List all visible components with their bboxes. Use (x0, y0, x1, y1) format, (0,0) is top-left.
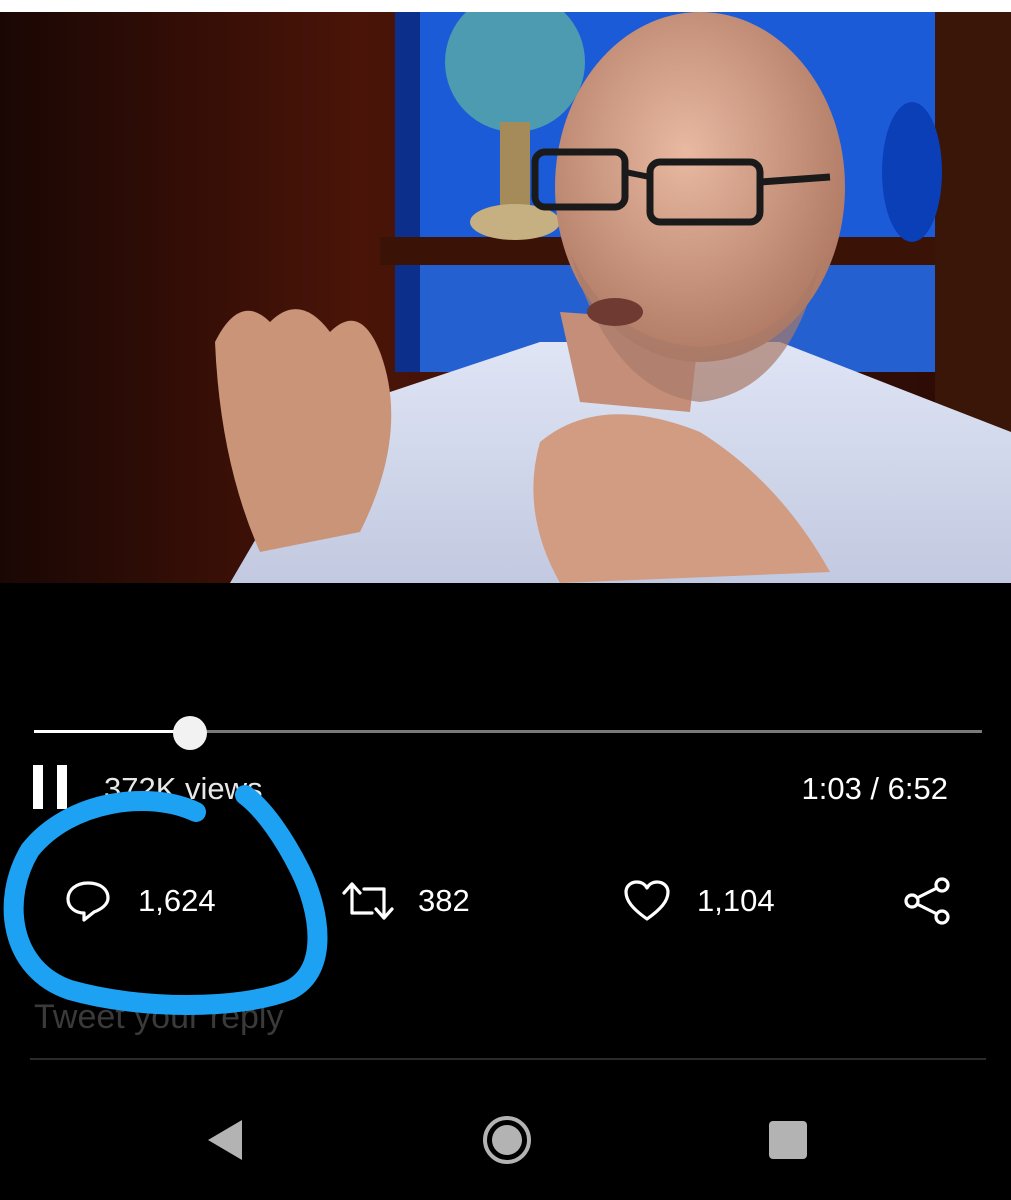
status-strip (0, 0, 1011, 12)
share-button[interactable] (902, 876, 952, 926)
reply-count: 1,624 (138, 883, 216, 918)
seek-bar[interactable] (34, 716, 982, 750)
like-button[interactable]: 1,104 (623, 876, 775, 926)
share-icon (904, 877, 950, 925)
android-nav-bar (0, 1100, 1011, 1180)
heart-icon (624, 880, 670, 921)
home-circle-icon (483, 1116, 531, 1164)
video-player[interactable] (0, 12, 1011, 583)
pause-icon[interactable] (33, 765, 67, 809)
divider (30, 1058, 986, 1060)
back-triangle-icon (208, 1120, 242, 1160)
like-count: 1,104 (697, 883, 775, 918)
seek-thumb[interactable] (173, 716, 208, 750)
recents-button[interactable] (748, 1100, 828, 1180)
speech-bubble-icon (66, 881, 110, 922)
retweet-count: 382 (418, 883, 470, 918)
reply-button[interactable]: 1,624 (64, 876, 216, 926)
seek-progress (34, 730, 191, 733)
video-frame (0, 12, 1011, 583)
home-button[interactable] (467, 1100, 547, 1180)
retweet-icon (342, 882, 394, 920)
reply-input[interactable]: Tweet your reply (34, 998, 283, 1037)
recents-square-icon (769, 1121, 807, 1159)
retweet-button[interactable]: 382 (340, 876, 470, 926)
back-button[interactable] (186, 1100, 266, 1180)
view-count: 372K views (104, 771, 263, 806)
playback-time: 1:03 / 6:52 (801, 771, 948, 806)
